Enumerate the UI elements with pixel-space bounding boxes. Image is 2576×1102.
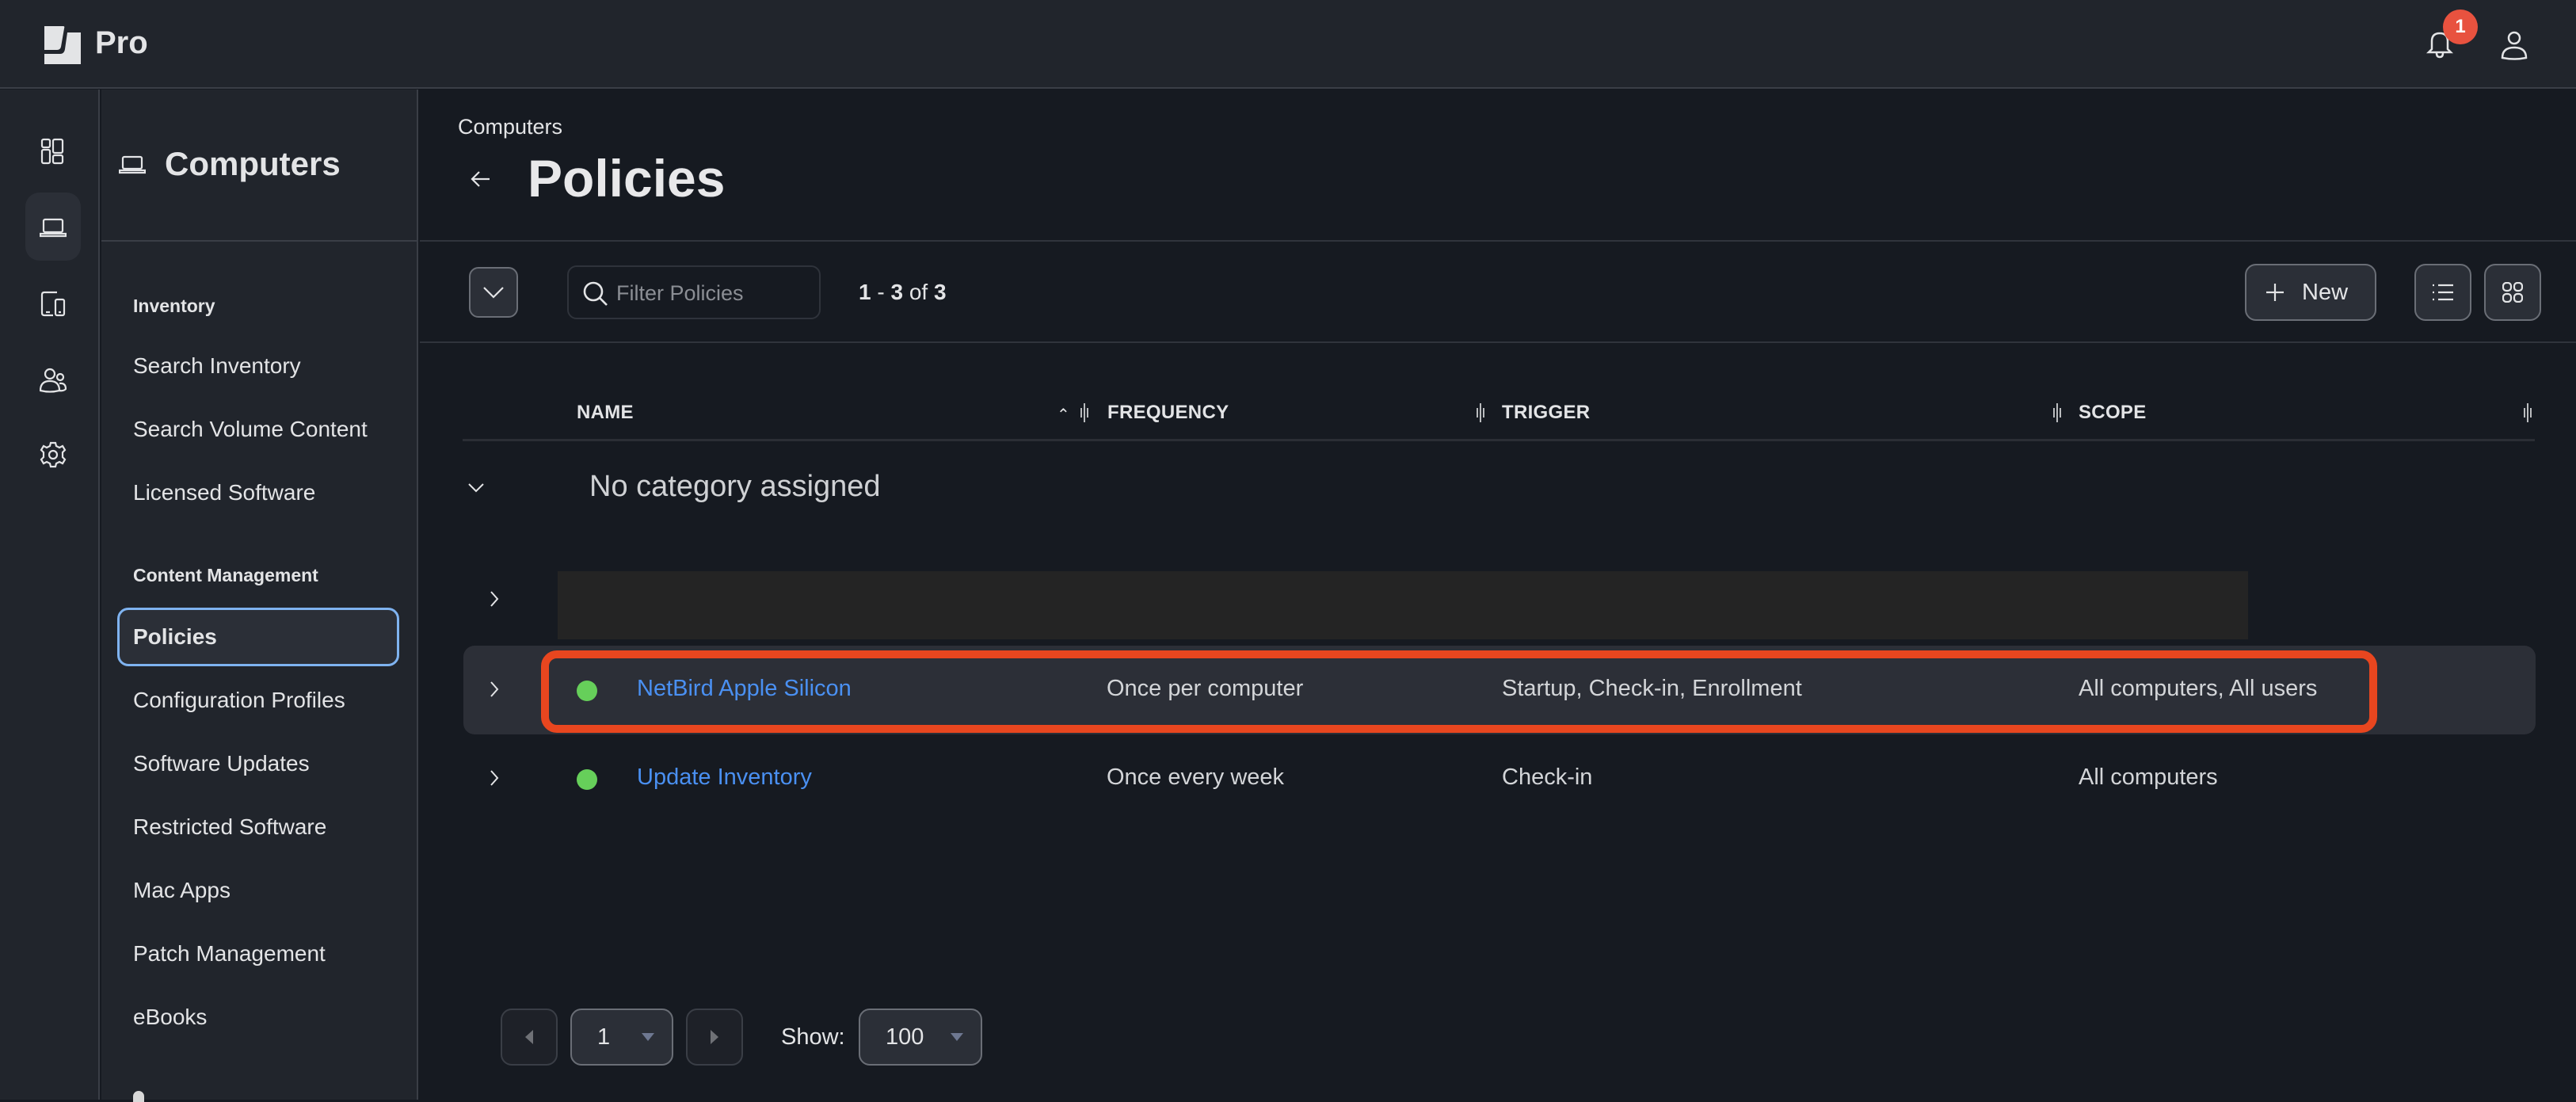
table-header: NAME ⌃ FREQUENCY TRIGGER SCOPE [463, 391, 2535, 441]
page-size-value: 100 [886, 1024, 924, 1050]
trigger-cell: Check-in [1502, 765, 1593, 790]
chevron-right-icon[interactable] [490, 769, 499, 787]
column-header-name[interactable]: NAME [577, 402, 634, 424]
page-size-select[interactable]: 100 [859, 1009, 982, 1066]
divider [420, 240, 2576, 242]
sidebar-item-mac-apps[interactable]: Mac Apps [117, 861, 399, 920]
page-number: 1 [597, 1024, 611, 1050]
rail-users[interactable] [25, 346, 81, 414]
rail-settings[interactable] [25, 421, 81, 489]
rail-dashboard[interactable] [25, 117, 81, 185]
sidebar-item-policies[interactable]: Policies [117, 608, 399, 666]
column-resize-handle[interactable] [1079, 402, 1090, 424]
dashboard-icon [40, 138, 64, 165]
show-label: Show: [781, 1024, 845, 1050]
chevron-down-icon[interactable] [467, 482, 485, 494]
divider [420, 341, 2576, 343]
back-arrow-icon[interactable] [469, 167, 493, 191]
column-header-frequency[interactable]: FREQUENCY [1107, 402, 1229, 424]
result-count: 1 - 3 of 3 [859, 280, 947, 304]
plus-icon [2266, 284, 2284, 301]
column-resize-handle[interactable] [2522, 402, 2533, 424]
caret-down-icon [642, 1033, 655, 1041]
new-button-label: New [2302, 279, 2349, 305]
sidebar-item-ebooks[interactable]: eBooks [117, 988, 399, 1047]
filter-search[interactable] [567, 265, 821, 319]
sidebar-item-restricted-software[interactable]: Restricted Software [117, 798, 399, 856]
filter-policies-input[interactable] [616, 275, 814, 311]
loading-placeholder-row [558, 571, 2248, 639]
frequency-cell: Once every week [1107, 765, 1285, 790]
column-resize-handle[interactable] [2052, 402, 2063, 424]
sidebar-header: Computers [101, 90, 417, 242]
sidebar-next-section-cutoff [133, 1091, 144, 1102]
sidebar: Computers Inventory Search Inventory Sea… [101, 90, 418, 1102]
chevron-right-icon[interactable] [490, 681, 499, 698]
search-icon [583, 281, 608, 306]
column-header-scope[interactable]: SCOPE [2079, 402, 2147, 424]
sidebar-item-configuration-profiles[interactable]: Configuration Profiles [117, 671, 399, 730]
user-icon[interactable] [2500, 29, 2528, 60]
sidebar-item-patch-management[interactable]: Patch Management [117, 925, 399, 983]
chevron-down-icon [483, 287, 504, 299]
gear-icon [40, 441, 67, 468]
previous-page-button[interactable] [501, 1009, 558, 1066]
sort-ascending-icon[interactable]: ⌃ [1057, 405, 1070, 425]
laptop-icon [40, 218, 67, 238]
sidebar-title: Computers [165, 145, 341, 182]
new-policy-button[interactable]: New [2245, 264, 2376, 321]
grid-icon [2502, 282, 2523, 303]
policy-name-link[interactable]: Update Inventory [637, 765, 812, 791]
highlight-outline [541, 650, 2377, 733]
section-content-management: Content Management [133, 565, 318, 585]
status-indicator [577, 769, 597, 790]
page-title: Policies [528, 149, 726, 208]
scope-cell: All computers [2079, 765, 2218, 790]
column-resize-handle[interactable] [1475, 402, 1486, 424]
caret-left-icon [525, 1030, 533, 1044]
brand-name: Pro [95, 25, 148, 60]
main-panel: Computers Policies 1 - 3 of 3 New NAME ⌃… [420, 90, 2576, 1100]
grid-view-button[interactable] [2484, 264, 2541, 321]
collapse-all-button[interactable] [469, 267, 518, 318]
chevron-right-icon[interactable] [490, 590, 499, 608]
rail-devices[interactable] [25, 269, 81, 337]
logo-icon [44, 26, 81, 64]
list-view-button[interactable] [2414, 264, 2471, 321]
users-icon [40, 368, 67, 393]
sidebar-item-software-updates[interactable]: Software Updates [117, 734, 399, 793]
notification-badge: 1 [2443, 10, 2478, 44]
list-icon [2433, 284, 2453, 301]
page-select[interactable]: 1 [570, 1009, 673, 1066]
sidebar-item-search-inventory[interactable]: Search Inventory [117, 337, 399, 395]
sidebar-item-licensed-software[interactable]: Licensed Software [117, 463, 399, 522]
column-header-trigger[interactable]: TRIGGER [1502, 402, 1590, 424]
rail-computers[interactable] [25, 193, 81, 261]
icon-rail [0, 90, 100, 1100]
caret-down-icon [951, 1033, 964, 1041]
breadcrumb[interactable]: Computers [458, 115, 562, 139]
top-bar: Pro 1 [0, 0, 2576, 89]
next-page-button[interactable] [686, 1009, 743, 1066]
devices-icon [40, 291, 66, 317]
caret-right-icon [711, 1030, 718, 1044]
laptop-icon [119, 155, 146, 174]
section-inventory: Inventory [133, 296, 215, 316]
sidebar-item-search-volume-content[interactable]: Search Volume Content [117, 400, 399, 459]
category-label: No category assigned [589, 470, 881, 503]
